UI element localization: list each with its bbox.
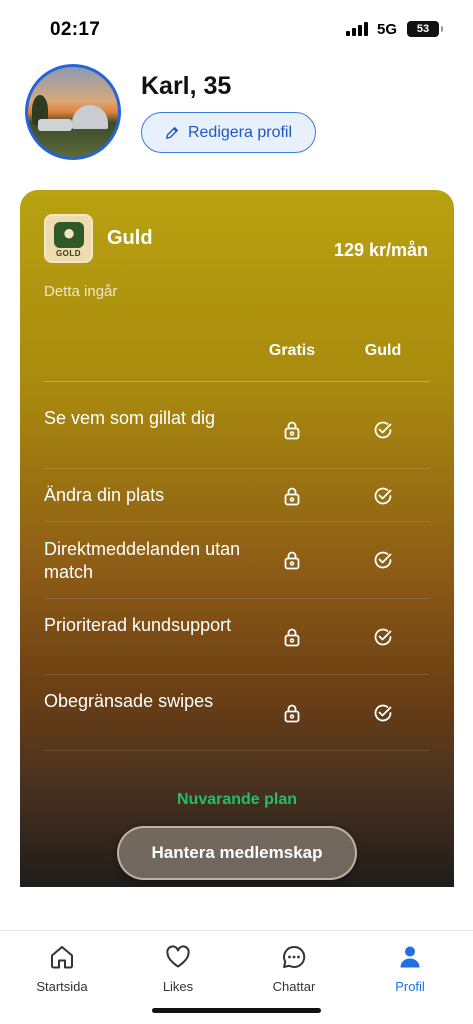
battery-icon: 53: [407, 21, 443, 37]
feature-label: Ändra din plats: [44, 485, 165, 505]
row-divider: [44, 598, 430, 599]
edit-profile-label: Redigera profil: [187, 123, 293, 141]
lock-icon: [284, 704, 300, 723]
battery-level: 53: [416, 23, 430, 35]
row-divider: [44, 468, 430, 469]
plan-name: Guld: [107, 227, 153, 249]
lock-icon: [284, 421, 300, 440]
avatar[interactable]: [25, 64, 121, 160]
gold-badge-art: [54, 222, 84, 248]
pencil-icon: [166, 126, 178, 139]
person-icon: [400, 946, 420, 968]
heart-icon: [166, 945, 190, 968]
gold-badge-icon: GOLD: [44, 214, 93, 263]
edit-profile-button[interactable]: Redigera profil: [141, 112, 316, 153]
signal-strength-icon: [346, 22, 368, 36]
status-bar: 02:17 5G 53: [0, 0, 473, 58]
plan-price: 129 kr/mån: [333, 240, 428, 260]
row-divider: [44, 521, 430, 522]
network-type: 5G: [377, 21, 398, 38]
check-circle-icon: [374, 421, 392, 439]
tab-likes[interactable]: Likes: [133, 943, 223, 994]
tab-label: Profil: [395, 979, 425, 994]
feature-label: Obegränsade swipes: [44, 691, 214, 711]
row-divider: [44, 674, 430, 675]
row-divider: [44, 750, 430, 751]
home-indicator: [152, 1008, 321, 1013]
feature-label: Prioriterad kundsupport: [44, 615, 232, 635]
tab-chats[interactable]: Chattar: [249, 943, 339, 994]
lock-icon: [284, 551, 300, 570]
column-header-gold: Guld: [364, 342, 402, 359]
column-header-free: Gratis: [268, 342, 316, 359]
manage-membership-button[interactable]: Hantera medlemskap: [117, 826, 357, 880]
avatar-photo-car: [38, 119, 72, 131]
lock-icon: [284, 487, 300, 506]
status-time: 02:17: [50, 19, 101, 40]
includes-label: Detta ingår: [44, 283, 118, 300]
tab-home[interactable]: Startsida: [17, 943, 107, 994]
feature-label: Direktmeddelanden utan match: [44, 539, 241, 582]
current-plan-label: Nuvarande plan: [176, 791, 298, 808]
home-icon: [51, 946, 73, 969]
check-circle-icon: [374, 704, 392, 722]
tab-label: Chattar: [272, 979, 316, 994]
header-divider: [44, 381, 430, 382]
feature-label: Se vem som gillat dig: [44, 408, 216, 428]
tab-profile[interactable]: Profil: [365, 943, 455, 994]
tab-label: Startsida: [36, 979, 88, 994]
profile-name: Karl, 35: [141, 72, 232, 100]
tab-label: Likes: [162, 979, 194, 994]
lock-icon: [284, 628, 300, 647]
check-circle-icon: [374, 551, 392, 569]
gold-badge-label: GOLD: [55, 249, 82, 258]
chat-bubble-icon: [283, 945, 306, 968]
check-circle-icon: [374, 628, 392, 646]
avatar-photo-tent: [72, 105, 108, 129]
check-circle-icon: [374, 487, 392, 505]
plan-card: GOLD Guld 129 kr/mån Detta ingår Gratis …: [20, 190, 454, 887]
